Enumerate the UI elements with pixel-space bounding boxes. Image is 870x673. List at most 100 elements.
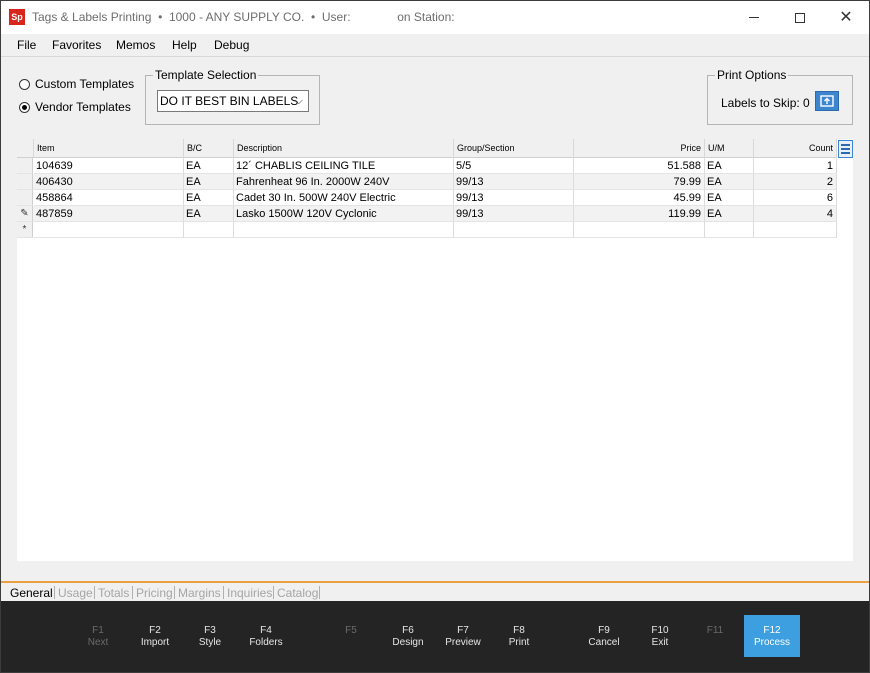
cell-item[interactable]	[34, 222, 184, 238]
header-count[interactable]: Count	[754, 139, 837, 158]
row-selector[interactable]	[17, 190, 33, 206]
tab-pricing[interactable]: Pricing	[136, 586, 173, 600]
title-bar: Sp Tags & Labels Printing • 1000 - ANY S…	[1, 1, 869, 34]
menu-debug[interactable]: Debug	[214, 38, 249, 52]
f12-process-button[interactable]: F12 Process	[744, 615, 800, 657]
cell-group[interactable]: 99/13	[454, 190, 574, 206]
minimize-icon	[749, 17, 759, 18]
tab-general[interactable]: General	[10, 586, 53, 600]
header-bc[interactable]: B/C	[184, 139, 234, 158]
tab-divider	[223, 586, 224, 599]
tab-catalog[interactable]: Catalog	[277, 586, 318, 600]
print-options-legend: Print Options	[715, 68, 789, 82]
cell-item[interactable]: 406430	[34, 174, 184, 190]
tab-divider	[174, 586, 175, 599]
cell-um[interactable]: EA	[705, 174, 754, 190]
cell-item[interactable]: 487859	[34, 206, 184, 222]
header-item[interactable]: Item	[34, 139, 184, 158]
cell-description[interactable]: Fahrenheat 96 In. 2000W 240V	[234, 174, 454, 190]
row-selector[interactable]	[17, 158, 33, 174]
header-group-section[interactable]: Group/Section	[454, 139, 574, 158]
menu-favorites[interactable]: Favorites	[52, 38, 101, 52]
row-selector[interactable]	[17, 174, 33, 190]
tab-usage[interactable]: Usage	[58, 586, 93, 600]
cell-count[interactable]: 4	[754, 206, 837, 222]
cell-item[interactable]: 458864	[34, 190, 184, 206]
window-title: Tags & Labels Printing • 1000 - ANY SUPP…	[32, 10, 455, 24]
labels-to-skip-button[interactable]	[815, 91, 839, 111]
cell-group[interactable]	[454, 222, 574, 238]
header-price[interactable]: Price	[574, 139, 705, 158]
f6-design-button[interactable]: F6 Design	[380, 615, 436, 657]
tab-divider	[319, 586, 320, 599]
f7-preview-button[interactable]: F7 Preview	[435, 615, 491, 657]
row-editing-pencil-icon[interactable]: ✎	[17, 206, 33, 222]
f5-button[interactable]: F5	[323, 615, 379, 657]
cell-count[interactable]: 2	[754, 174, 837, 190]
radio-checked-icon	[19, 101, 30, 113]
f2-import-button[interactable]: F2 Import	[127, 615, 183, 657]
tab-totals[interactable]: Totals	[98, 586, 129, 600]
function-key-bar: F1 Next F2 Import F3 Style F4 Folders F5 F6 D…	[1, 601, 869, 672]
new-row-asterisk-icon[interactable]: *	[17, 222, 33, 238]
labels-to-skip-label: Labels to Skip: 0	[721, 96, 810, 110]
maximize-button[interactable]	[777, 1, 823, 34]
cell-um[interactable]: EA	[705, 158, 754, 174]
f1-next-button[interactable]: F1 Next	[70, 615, 126, 657]
cell-description[interactable]: Lasko 1500W 120V Cyclonic	[234, 206, 454, 222]
cell-bc[interactable]: EA	[184, 158, 234, 174]
template-select[interactable]: DO IT BEST BIN LABELS ⌵	[157, 90, 309, 112]
cell-group[interactable]: 99/13	[454, 206, 574, 222]
cell-description[interactable]: 12´ CHABLIS CEILING TILE	[234, 158, 454, 174]
tab-divider	[54, 586, 55, 599]
header-description[interactable]: Description	[234, 139, 454, 158]
cell-bc[interactable]: EA	[184, 174, 234, 190]
column-chooser-button[interactable]	[838, 140, 853, 158]
table-row[interactable]: 406430 EA Fahrenheat 96 In. 2000W 240V 9…	[17, 174, 837, 190]
minimize-button[interactable]	[731, 1, 777, 34]
f3-style-button[interactable]: F3 Style	[182, 615, 238, 657]
cell-count[interactable]: 1	[754, 158, 837, 174]
vendor-templates-radio[interactable]: Vendor Templates	[19, 100, 131, 114]
tab-divider	[132, 586, 133, 599]
f11-button[interactable]: F11	[687, 615, 743, 657]
cell-um[interactable]	[705, 222, 754, 238]
items-grid[interactable]: Item B/C Description Group/Section Price…	[17, 139, 853, 561]
cell-bc[interactable]: EA	[184, 190, 234, 206]
f9-cancel-button[interactable]: F9 Cancel	[576, 615, 632, 657]
menu-help[interactable]: Help	[172, 38, 197, 52]
app-window: Sp Tags & Labels Printing • 1000 - ANY S…	[0, 0, 870, 673]
template-selection-legend: Template Selection	[153, 68, 259, 82]
cell-count[interactable]	[754, 222, 837, 238]
cell-price[interactable]: 119.99	[574, 206, 705, 222]
header-um[interactable]: U/M	[705, 139, 754, 158]
custom-templates-radio[interactable]: Custom Templates	[19, 77, 134, 91]
cell-um[interactable]: EA	[705, 190, 754, 206]
cell-price[interactable]	[574, 222, 705, 238]
cell-item[interactable]: 104639	[34, 158, 184, 174]
cell-um[interactable]: EA	[705, 206, 754, 222]
tab-inquiries[interactable]: Inquiries	[227, 586, 272, 600]
table-row[interactable]: ✎ 487859 EA Lasko 1500W 120V Cyclonic 99…	[17, 206, 837, 222]
new-row[interactable]: *	[17, 222, 837, 238]
menu-file[interactable]: File	[17, 38, 36, 52]
cell-count[interactable]: 6	[754, 190, 837, 206]
cell-group[interactable]: 5/5	[454, 158, 574, 174]
close-button[interactable]: ✕	[823, 1, 869, 34]
table-row[interactable]: 104639 EA 12´ CHABLIS CEILING TILE 5/5 5…	[17, 158, 837, 174]
cell-price[interactable]: 51.588	[574, 158, 705, 174]
cell-description[interactable]: Cadet 30 In. 500W 240V Electric	[234, 190, 454, 206]
table-row[interactable]: 458864 EA Cadet 30 In. 500W 240V Electri…	[17, 190, 837, 206]
f10-exit-button[interactable]: F10 Exit	[632, 615, 688, 657]
f8-print-button[interactable]: F8 Print	[491, 615, 547, 657]
tab-margins[interactable]: Margins	[178, 586, 221, 600]
tab-divider	[94, 586, 95, 599]
cell-bc[interactable]: EA	[184, 206, 234, 222]
menu-memos[interactable]: Memos	[116, 38, 155, 52]
cell-bc[interactable]	[184, 222, 234, 238]
cell-price[interactable]: 79.99	[574, 174, 705, 190]
cell-group[interactable]: 99/13	[454, 174, 574, 190]
cell-description[interactable]	[234, 222, 454, 238]
f4-folders-button[interactable]: F4 Folders	[238, 615, 294, 657]
cell-price[interactable]: 45.99	[574, 190, 705, 206]
